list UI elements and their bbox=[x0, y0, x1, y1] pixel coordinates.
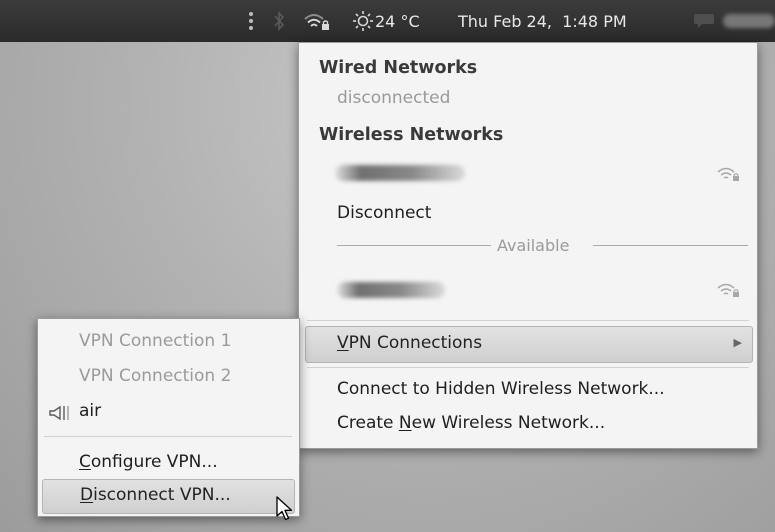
network-menu: Wired Networks disconnected Wireless Net… bbox=[298, 42, 758, 449]
available-label: Available bbox=[497, 236, 570, 255]
menu-separator bbox=[307, 320, 749, 321]
vpn-active-item[interactable]: air bbox=[44, 395, 292, 429]
user-name-blurred[interactable] bbox=[723, 0, 775, 42]
available-separator-right bbox=[593, 245, 748, 246]
submenu-arrow-icon: ▶ bbox=[733, 336, 742, 349]
vpn-connection-item[interactable]: VPN Connection 1 bbox=[79, 331, 231, 351]
wifi-locked-icon bbox=[717, 165, 741, 188]
mouse-pointer-icon bbox=[276, 496, 294, 526]
configure-vpn-item[interactable]: Configure VPN... bbox=[79, 452, 218, 472]
top-panel: 24 °C Thu Feb 24, 1:48 PM bbox=[0, 0, 775, 42]
wireless-network-connected[interactable] bbox=[307, 153, 747, 193]
wireless-networks-header: Wireless Networks bbox=[319, 125, 504, 145]
speaker-icon bbox=[48, 404, 74, 427]
weather-temperature: 24 °C bbox=[375, 11, 420, 31]
weather-icon bbox=[352, 10, 374, 32]
wired-status: disconnected bbox=[337, 88, 451, 108]
clock-datetime: Thu Feb 24, 1:48 PM bbox=[458, 11, 627, 31]
disconnect-vpn-label: Disconnect VPN... bbox=[80, 485, 231, 505]
vpn-submenu: VPN Connection 1 VPN Connection 2 air Co… bbox=[37, 318, 300, 517]
menu-dots-icon[interactable] bbox=[246, 0, 256, 42]
vpn-active-label: air bbox=[79, 401, 102, 421]
disconnect-menu-item[interactable]: Disconnect bbox=[337, 203, 431, 223]
available-separator-left bbox=[337, 245, 491, 246]
create-new-network-item[interactable]: Create New Wireless Network... bbox=[337, 413, 605, 433]
vpn-connection-item[interactable]: VPN Connection 2 bbox=[79, 366, 231, 386]
menu-separator bbox=[44, 436, 292, 437]
bluetooth-icon[interactable] bbox=[272, 0, 286, 42]
disconnect-vpn-item[interactable]: Disconnect VPN... bbox=[42, 479, 295, 514]
wireless-network-available[interactable] bbox=[307, 269, 747, 309]
connect-hidden-network-item[interactable]: Connect to Hidden Wireless Network... bbox=[337, 379, 665, 399]
chat-icon[interactable] bbox=[693, 0, 715, 42]
network-name-blurred bbox=[335, 165, 465, 181]
vpn-connections-label: VPN Connections bbox=[337, 333, 483, 353]
wired-networks-header: Wired Networks bbox=[319, 58, 478, 78]
wifi-locked-icon bbox=[717, 281, 741, 304]
wifi-locked-icon[interactable] bbox=[303, 0, 331, 42]
clock[interactable]: Thu Feb 24, 1:48 PM bbox=[458, 0, 627, 42]
weather-indicator[interactable]: 24 °C bbox=[352, 0, 420, 42]
vpn-connections-menu-item[interactable]: VPN Connections ▶ bbox=[305, 326, 753, 363]
network-name-blurred bbox=[337, 282, 445, 298]
menu-separator bbox=[307, 367, 749, 368]
